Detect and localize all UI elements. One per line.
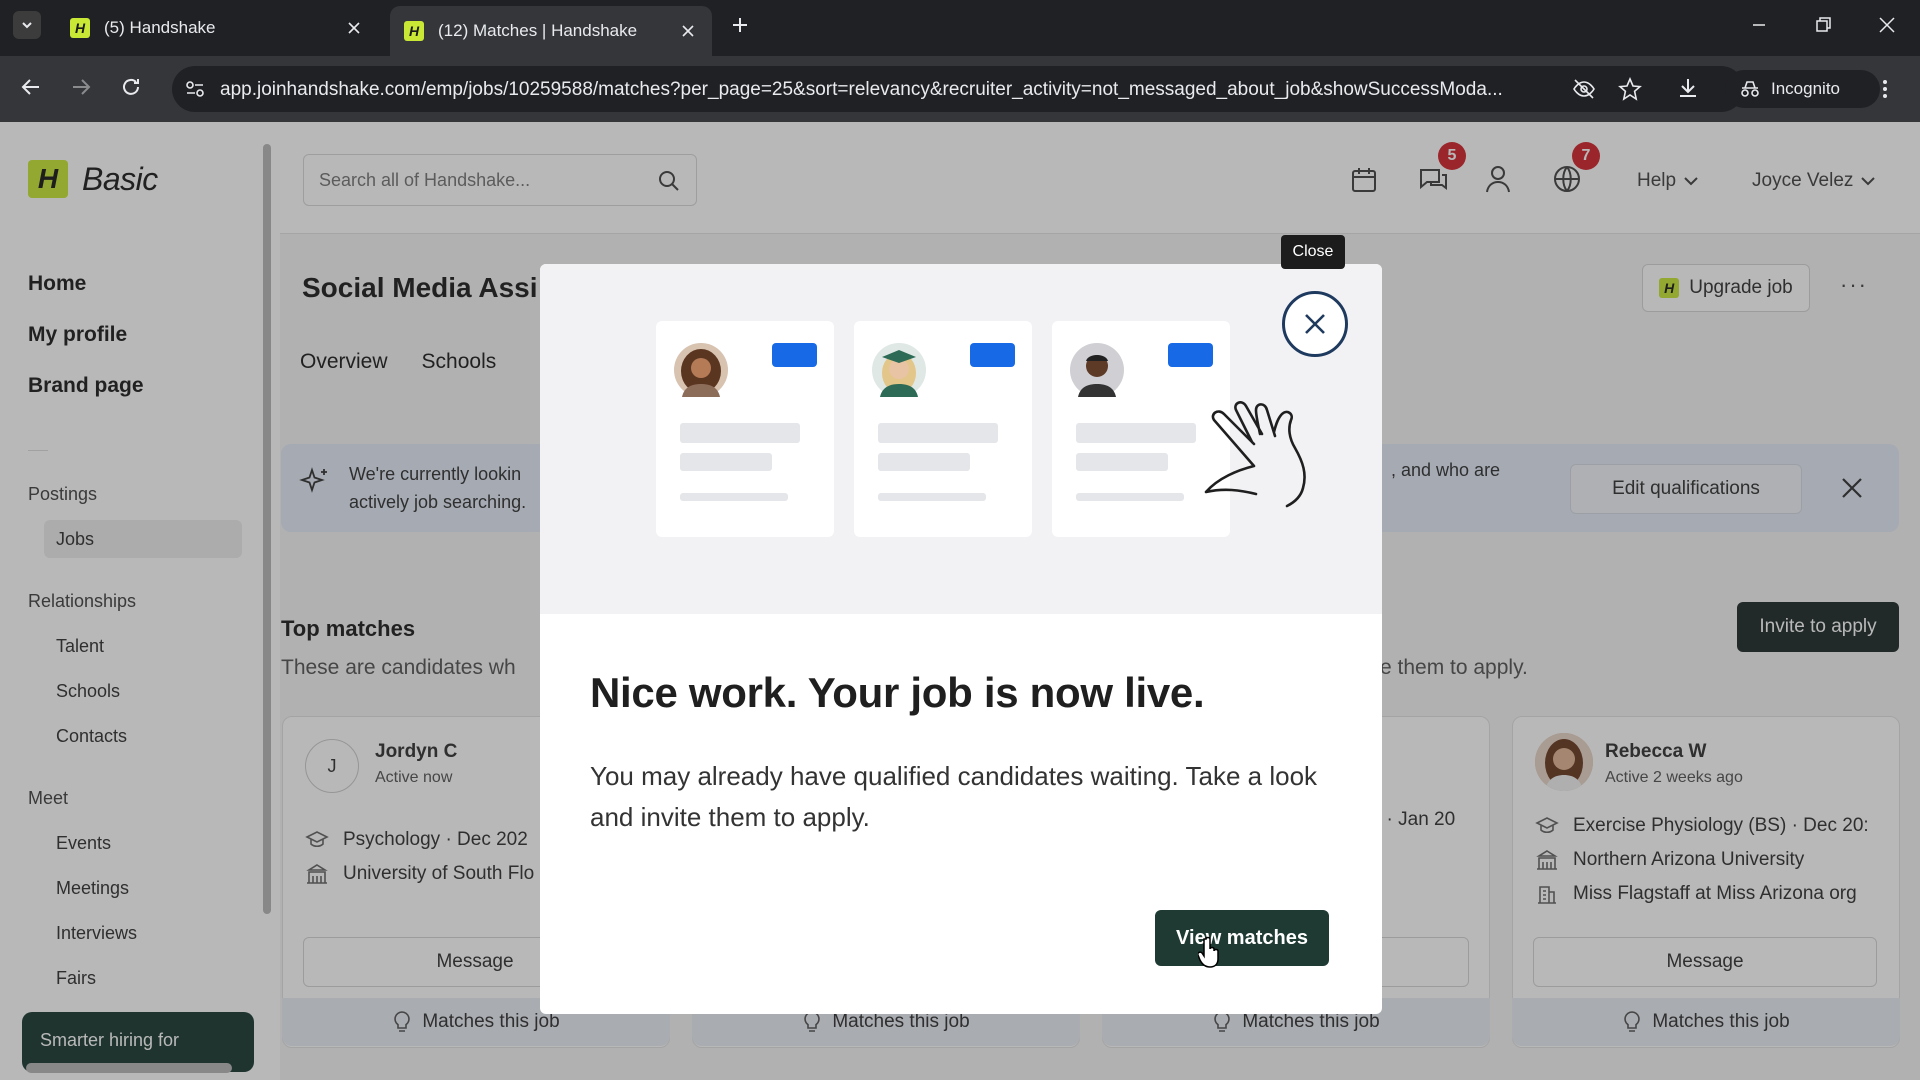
close-icon [1305, 314, 1325, 334]
restore-icon[interactable] [1814, 16, 1832, 34]
view-matches-button[interactable]: View matches [1155, 910, 1329, 966]
tab-title: (5) Handshake [104, 18, 216, 37]
address-bar[interactable]: app.joinhandshake.com/emp/jobs/10259588/… [172, 66, 1744, 112]
reload-icon[interactable] [120, 76, 142, 98]
modal-title: Nice work. Your job is now live. [590, 669, 1205, 716]
hand-cursor-icon [1198, 936, 1219, 968]
incognito-indicator[interactable]: Incognito [1725, 70, 1880, 108]
avatar [1070, 343, 1124, 397]
modal-body: You may already have qualified candidate… [590, 761, 1318, 832]
handshake-favicon: H [70, 18, 90, 38]
job-live-modal: Nice work. Your job is now live. You may… [540, 264, 1382, 1014]
placeholder-bar [1076, 493, 1184, 501]
placeholder-bar [680, 493, 788, 501]
browser-tab-strip: H (5) Handshake H (12) Matches | Handsha… [0, 0, 1920, 56]
close-tab-icon[interactable] [344, 18, 364, 38]
incognito-icon [1741, 81, 1759, 97]
url-text[interactable]: app.joinhandshake.com/emp/jobs/10259588/… [220, 79, 1560, 101]
close-window-icon[interactable] [1878, 16, 1896, 34]
illustration-button [772, 343, 817, 367]
placeholder-bar [1076, 423, 1196, 443]
download-icon[interactable] [1676, 76, 1700, 100]
browser-menu-icon[interactable] [1880, 78, 1890, 100]
placeholder-bar [878, 493, 986, 501]
tab-title: (12) Matches | Handshake [438, 21, 638, 40]
handshake-favicon: H [404, 21, 424, 41]
hand-icon [1204, 401, 1306, 508]
eye-off-icon[interactable] [1572, 78, 1596, 100]
minimize-icon[interactable] [1750, 16, 1768, 34]
placeholder-bar [1076, 453, 1168, 471]
placeholder-bar [680, 423, 800, 443]
chevron-down-icon [22, 22, 32, 29]
close-modal-button[interactable] [1282, 291, 1348, 357]
new-tab-icon[interactable] [730, 15, 750, 35]
avatar [872, 343, 926, 397]
avatar [674, 343, 728, 397]
site-settings-icon[interactable] [184, 78, 206, 100]
matches-illustration [540, 264, 1382, 614]
illustration-card [656, 321, 834, 537]
illustration-button [970, 343, 1015, 367]
placeholder-bar [878, 423, 998, 443]
placeholder-bar [680, 453, 772, 471]
close-tab-icon[interactable] [678, 21, 698, 41]
bookmark-star-icon[interactable] [1618, 77, 1642, 101]
tab-search-dropdown[interactable] [13, 11, 41, 39]
browser-tab[interactable]: H (5) Handshake [56, 8, 378, 48]
close-tooltip: Close [1281, 235, 1345, 269]
incognito-label: Incognito [1771, 79, 1840, 98]
back-icon[interactable] [20, 76, 42, 98]
illustration-card [854, 321, 1032, 537]
placeholder-bar [878, 453, 970, 471]
forward-icon[interactable] [70, 76, 92, 98]
illustration-button [1168, 343, 1213, 367]
page-viewport: H Basic Home My profile Brand page Posti… [0, 122, 1920, 1080]
browser-tab-active[interactable]: H (12) Matches | Handshake [390, 6, 712, 56]
